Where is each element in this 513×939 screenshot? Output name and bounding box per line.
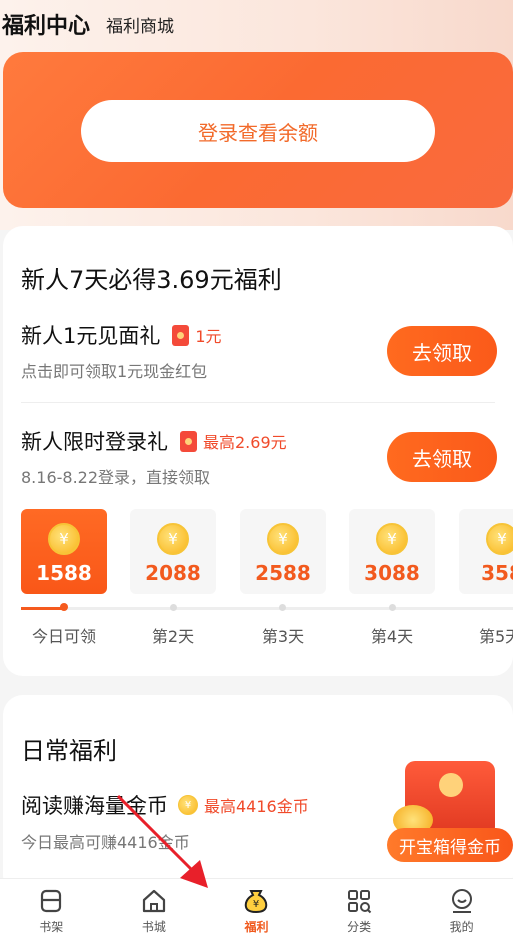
tab-label: 福利 (244, 920, 269, 934)
tab-bookshelf[interactable]: 书架 (0, 879, 103, 939)
gift2-desc: 8.16-8.22登录，直接领取 (21, 468, 211, 487)
day-1-amount: 1588 (36, 561, 92, 585)
day-5-amount: 358 (481, 561, 513, 585)
open-chest-button[interactable]: 开宝箱得金币 (387, 828, 513, 862)
annotation-arrow-icon (116, 794, 208, 888)
day-4-amount: 3088 (364, 561, 420, 585)
money-bag-icon: ¥ (242, 887, 270, 915)
tab-welfare[interactable]: ¥ 福利 (205, 879, 308, 939)
day-3-label: 第3天 (261, 627, 305, 646)
day-1-label: 今日可领 (31, 627, 96, 646)
day-2-amount: 2088 (145, 561, 201, 585)
coin-icon: ¥ (376, 523, 408, 555)
day-3-amount: 2588 (255, 561, 311, 585)
login-view-balance-button[interactable]: 登录查看余额 (81, 100, 435, 162)
newbie-welfare-card: 新人7天必得3.69元福利 新人1元见面礼 1元 点击即可领取1元现金红包 去领… (3, 226, 513, 676)
balance-card: 登录查看余额 (3, 52, 513, 208)
day-2-label: 第2天 (151, 627, 195, 646)
progress-dot (170, 604, 177, 611)
progress-dot (279, 604, 286, 611)
tab-mine[interactable]: 我的 (410, 879, 513, 939)
day-2-reward[interactable]: ¥ 2088 (130, 509, 216, 594)
gift2-claim-button[interactable]: 去领取 (387, 432, 497, 482)
profile-icon (448, 887, 476, 915)
progress-fill (21, 607, 63, 610)
gift1-desc: 点击即可领取1元现金红包 (21, 362, 208, 381)
divider (21, 402, 495, 403)
bookshelf-icon (37, 887, 65, 915)
day-4-label: 第4天 (370, 627, 414, 646)
category-icon (345, 887, 373, 915)
day-4-reward[interactable]: ¥ 3088 (349, 509, 435, 594)
day-5-label: 第5天 (479, 627, 513, 646)
coin-icon: ¥ (48, 523, 80, 555)
red-envelope-icon (172, 324, 190, 346)
day-1-reward[interactable]: ¥ 1588 (21, 509, 107, 594)
progress-track (21, 607, 513, 610)
tab-category[interactable]: 分类 (308, 879, 411, 939)
gift1-reward: 1元 (195, 327, 222, 346)
bottom-tab-bar: 书架 书城 ¥ 福利 分类 我的 (0, 878, 513, 939)
header: 福利中心 福利商城 (0, 0, 513, 48)
svg-text:¥: ¥ (253, 899, 259, 910)
coin-icon: ¥ (267, 523, 299, 555)
day-5-reward[interactable]: ¥ 358 (459, 509, 513, 594)
tab-label: 书城 (141, 920, 166, 934)
page-title: 福利中心 (2, 14, 91, 39)
tab-label: 分类 (347, 920, 372, 934)
tab-label: 书架 (39, 920, 64, 934)
gift2-reward: 最高2.69元 (203, 433, 287, 452)
daily-welfare-title: 日常福利 (21, 737, 117, 765)
progress-dot (389, 604, 396, 611)
welfare-mall-link[interactable]: 福利商城 (106, 12, 174, 37)
gift1-row: 新人1元见面礼 1元 (21, 320, 222, 350)
gift1-claim-button[interactable]: 去领取 (387, 326, 497, 376)
newbie-welfare-title: 新人7天必得3.69元福利 (21, 266, 282, 294)
progress-dot (60, 603, 68, 611)
coin-icon: ¥ (157, 523, 189, 555)
tab-label: 我的 (449, 920, 474, 934)
day-3-reward[interactable]: ¥ 2588 (240, 509, 326, 594)
gift2-title: 新人限时登录礼 (21, 430, 168, 454)
gift2-row: 新人限时登录礼 最高2.69元 (21, 426, 287, 456)
red-envelope-icon (180, 430, 197, 452)
coin-icon: ¥ (486, 523, 513, 555)
gift1-title: 新人1元见面礼 (21, 324, 161, 348)
